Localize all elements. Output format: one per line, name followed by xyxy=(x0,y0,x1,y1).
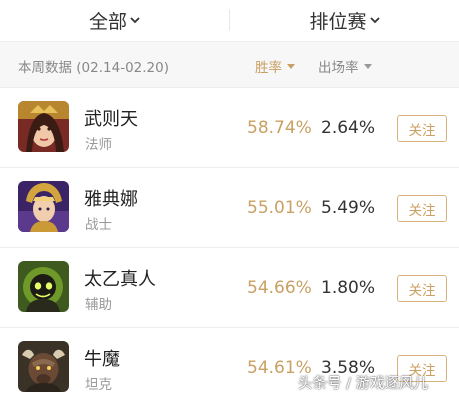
hero-row[interactable]: 武则天 法师 58.74% 2.64% 关注 xyxy=(0,88,459,168)
hero-name: 雅典娜 xyxy=(84,189,138,210)
hero-pick-rate: 2.64% xyxy=(321,118,376,138)
hero-ranking-page: 全部 排位赛 本周数据 (02.14-02.20) 胜率 出场率 武则天 法师 … xyxy=(0,0,459,400)
stats-header-row: 本周数据 (02.14-02.20) 胜率 出场率 xyxy=(0,41,459,88)
hero-win-rate: 58.74% xyxy=(247,118,312,138)
chevron-down-icon xyxy=(130,16,140,24)
chevron-down-icon xyxy=(369,16,380,24)
hero-win-rate: 54.66% xyxy=(247,278,312,298)
sort-winrate-label: 胜率 xyxy=(255,60,282,76)
scope-dropdown[interactable]: 全部 xyxy=(0,5,229,35)
hero-avatar xyxy=(18,101,69,152)
hero-name: 太乙真人 xyxy=(84,269,156,290)
hero-role: 战士 xyxy=(85,217,112,233)
hero-avatar xyxy=(18,181,69,232)
sort-pickrate-label: 出场率 xyxy=(318,60,359,76)
hero-win-rate: 55.01% xyxy=(247,198,312,218)
hero-name: 牛魔 xyxy=(84,349,120,370)
source-watermark: 头条号 / 游戏逐风儿 xyxy=(298,376,429,392)
filter-dropdown-bar: 全部 排位赛 xyxy=(0,0,459,40)
hero-role: 辅助 xyxy=(85,297,112,313)
hero-row[interactable]: 太乙真人 辅助 54.66% 1.80% 关注 xyxy=(0,248,459,328)
data-period-label: 本周数据 (02.14-02.20) xyxy=(18,60,169,76)
scope-dropdown-label: 全部 xyxy=(88,10,127,33)
hero-avatar xyxy=(18,341,69,392)
mode-dropdown-label: 排位赛 xyxy=(309,10,367,33)
hero-avatar xyxy=(18,261,69,312)
hero-name: 武则天 xyxy=(84,109,138,130)
sort-down-icon xyxy=(363,63,372,69)
follow-button[interactable]: 关注 xyxy=(397,115,447,142)
follow-button[interactable]: 关注 xyxy=(397,195,447,222)
mode-dropdown[interactable]: 排位赛 xyxy=(230,5,459,35)
hero-role: 坦克 xyxy=(85,377,112,393)
hero-role: 法师 xyxy=(85,137,112,153)
hero-pick-rate: 5.49% xyxy=(321,198,376,218)
follow-button[interactable]: 关注 xyxy=(397,275,447,302)
sort-by-pickrate[interactable]: 出场率 xyxy=(318,56,372,76)
hero-row[interactable]: 雅典娜 战士 55.01% 5.49% 关注 xyxy=(0,168,459,248)
sort-down-icon xyxy=(287,63,295,69)
hero-pick-rate: 1.80% xyxy=(321,278,376,298)
sort-by-winrate[interactable]: 胜率 xyxy=(255,56,295,76)
